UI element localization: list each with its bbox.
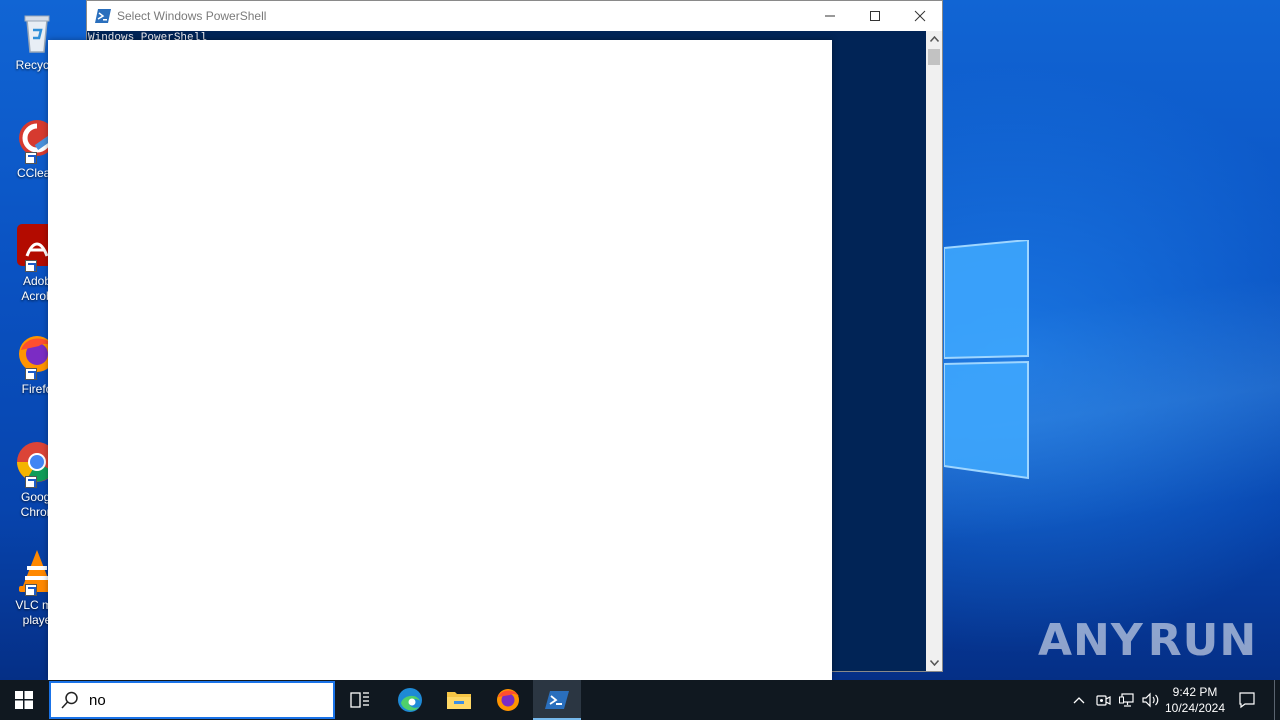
minimize-icon (825, 15, 835, 17)
action-center-icon (1239, 692, 1255, 709)
show-hidden-icons-button[interactable] (1068, 680, 1090, 720)
show-desktop-button[interactable] (1274, 680, 1275, 720)
task-view-icon (350, 692, 369, 708)
shortcut-arrow-icon (25, 152, 37, 164)
taskbar-firefox[interactable] (484, 680, 532, 720)
window-title: Select Windows PowerShell (117, 9, 267, 23)
shortcut-arrow-icon (25, 260, 37, 272)
taskbar-file-explorer[interactable] (435, 680, 483, 720)
clock-time: 9:42 PM (1172, 685, 1218, 699)
scrollbar-thumb[interactable] (928, 49, 940, 65)
firefox-icon (497, 689, 519, 711)
search-results-panel[interactable] (48, 40, 832, 680)
windows-start-icon (15, 691, 33, 709)
task-view-button[interactable] (336, 680, 384, 720)
meet-now-icon (1096, 695, 1111, 706)
edge-icon (398, 688, 422, 712)
search-input[interactable] (89, 691, 329, 709)
anyrun-watermark: ANY RUN (1038, 608, 1256, 672)
shortcut-arrow-icon (25, 476, 37, 488)
tray-volume[interactable] (1140, 680, 1162, 720)
watermark-text-left: ANY (1038, 614, 1144, 666)
minimize-button[interactable] (807, 1, 853, 31)
scroll-up-button[interactable] (926, 31, 942, 47)
action-center-button[interactable] (1232, 680, 1262, 720)
network-icon (1119, 693, 1134, 707)
tray-network[interactable] (1116, 680, 1138, 720)
taskbar: 9:42 PM 10/24/2024 (0, 680, 1280, 720)
volume-icon (1142, 692, 1159, 708)
powershell-icon (95, 9, 111, 23)
taskbar-edge[interactable] (386, 680, 434, 720)
scroll-down-button[interactable] (926, 655, 942, 671)
chevron-up-icon (1073, 697, 1085, 704)
search-icon (61, 691, 78, 709)
shortcut-arrow-icon (25, 368, 37, 380)
clock-date: 10/24/2024 (1164, 701, 1226, 715)
desktop-icon-label: Adob (22, 274, 52, 288)
powershell-icon (545, 691, 569, 709)
taskbar-powershell[interactable] (533, 680, 581, 720)
shortcut-arrow-icon (25, 584, 37, 596)
taskbar-search-box[interactable] (49, 681, 335, 719)
tray-meet-now[interactable] (1092, 680, 1114, 720)
maximize-button[interactable] (852, 1, 898, 31)
vertical-scrollbar[interactable] (926, 31, 942, 671)
taskbar-clock[interactable]: 9:42 PM 10/24/2024 (1162, 684, 1228, 716)
close-button[interactable] (897, 1, 943, 31)
chevron-up-icon (929, 36, 939, 42)
windows-logo-icon (944, 240, 1029, 480)
close-icon (914, 10, 926, 22)
file-explorer-icon (447, 692, 471, 709)
chevron-down-icon (929, 660, 939, 666)
maximize-icon (870, 11, 880, 21)
watermark-text-right: RUN (1147, 614, 1258, 666)
start-button[interactable] (0, 680, 48, 720)
